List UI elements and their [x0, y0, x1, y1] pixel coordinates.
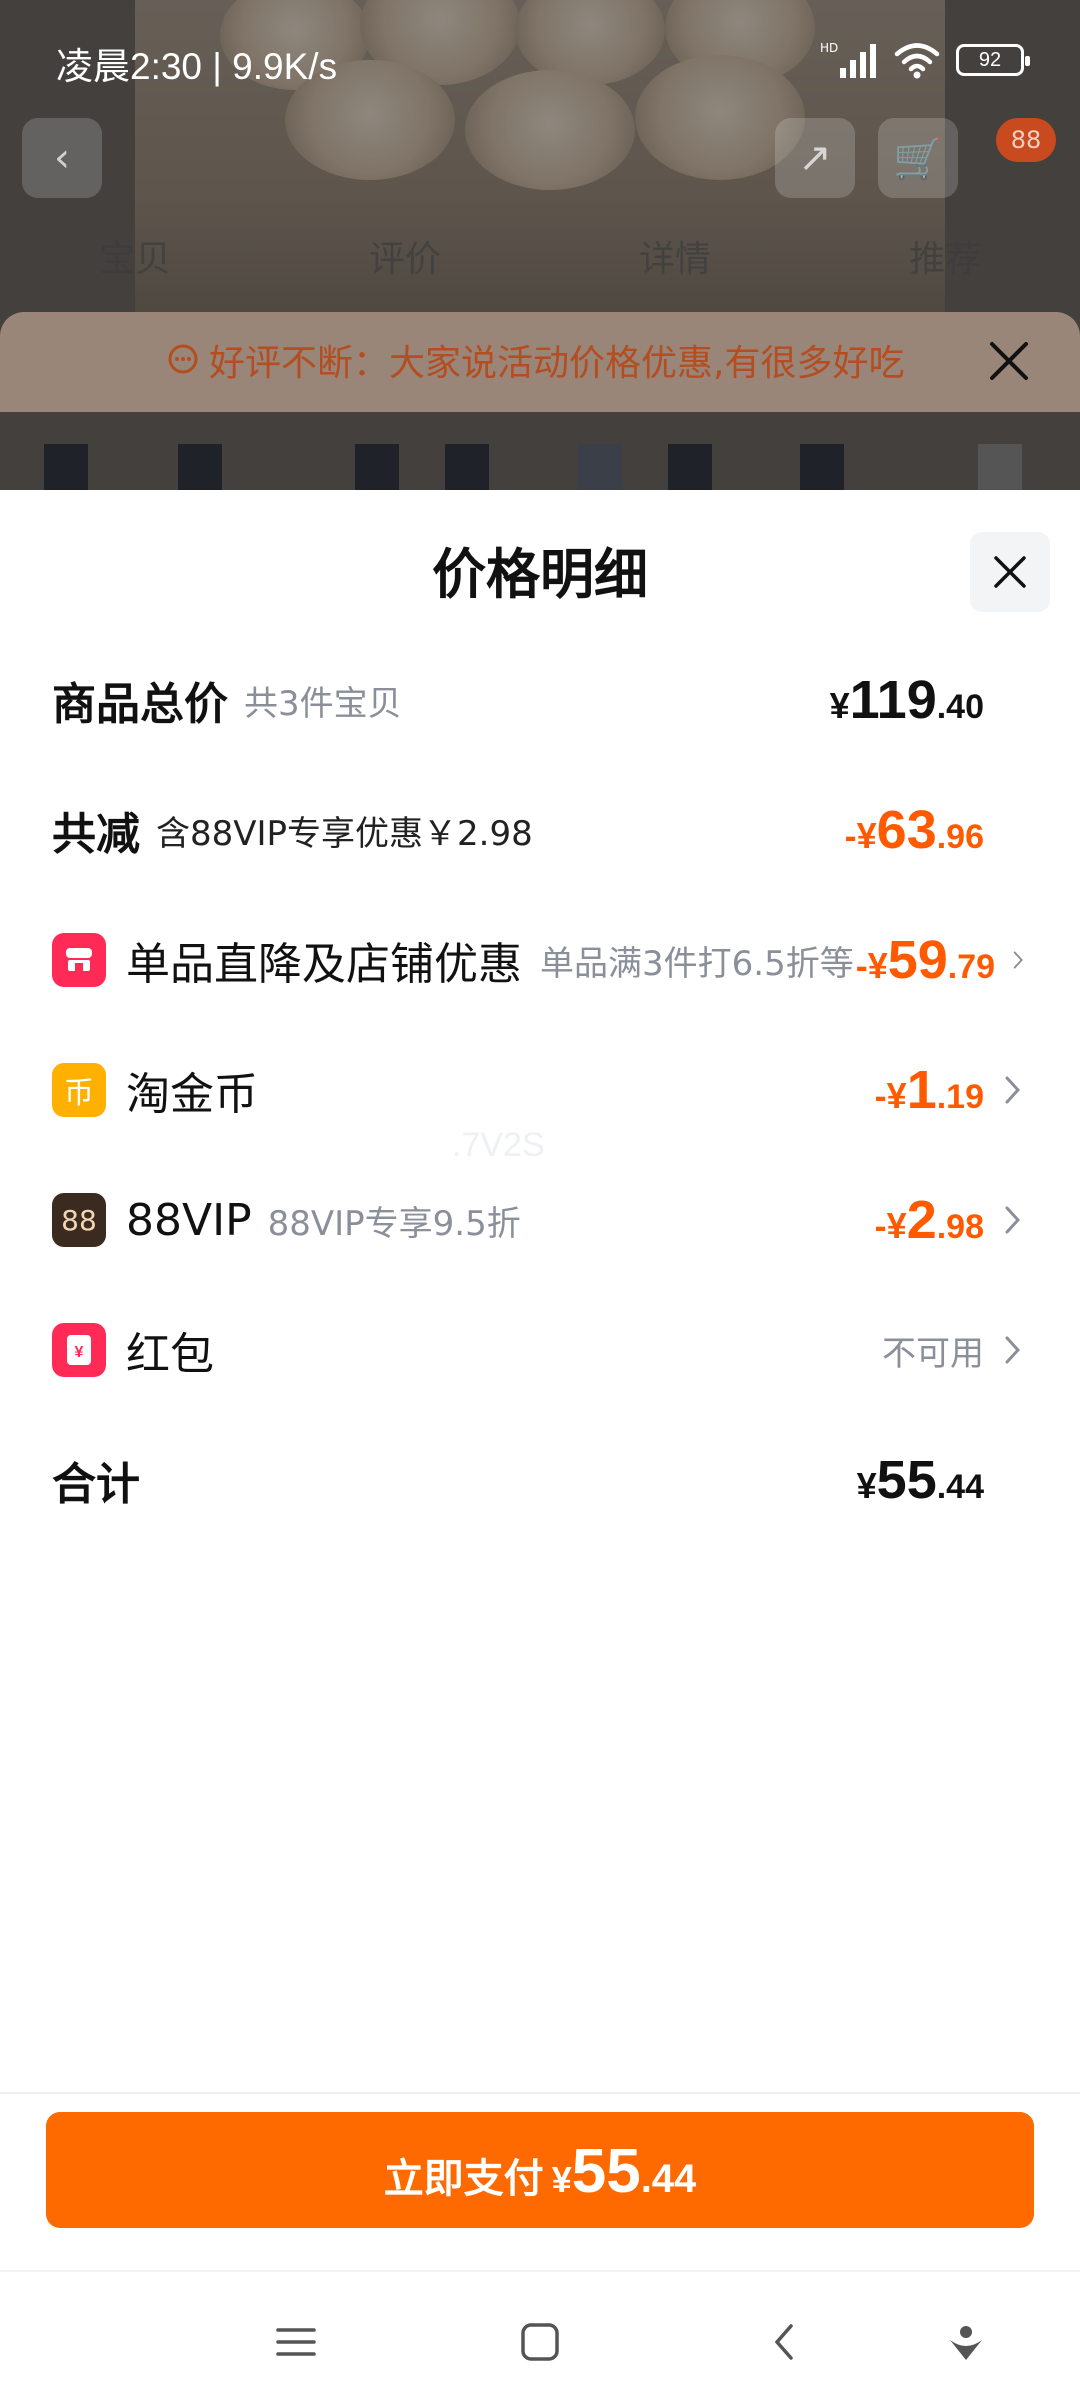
notice-close-icon[interactable]: [984, 336, 1034, 386]
vip-badge[interactable]: 88: [996, 118, 1056, 162]
chevron-right-icon: [1005, 1336, 1021, 1364]
row-label: 单品直降及店铺优惠: [126, 939, 522, 990]
chat-bubble-icon: [168, 344, 198, 374]
system-nav-bar: [0, 2270, 1080, 2400]
notice-text: 好评不断：大家说活动价格优惠,有很多好吃: [165, 334, 904, 386]
price-detail-sheet: 价格明细 商品总价 共3件宝贝 ¥119.40 共减 含88VIP专享优惠￥2.…: [0, 490, 1080, 2270]
row-label: 共减: [52, 809, 140, 860]
row-sub: 含88VIP专享优惠￥2.98: [156, 813, 533, 854]
home-button[interactable]: [510, 2312, 570, 2372]
row-label: 商品总价: [52, 679, 228, 730]
pay-amount-int: 55: [571, 2137, 641, 2206]
row-sub: 88VIP专享9.5折: [267, 1203, 521, 1244]
row-taojinbi[interactable]: 币 淘金币 -¥ 1.19: [52, 1045, 1028, 1135]
vip-amount: -¥ 2.98: [874, 1190, 984, 1250]
row-grand-total: 合计 ¥55.44: [52, 1435, 1028, 1525]
row-label: 合计: [52, 1459, 140, 1510]
pay-amount-dec: .44: [640, 2157, 697, 2201]
row-total-discount: 共减 含88VIP专享优惠￥2.98 -¥ 63.96: [52, 785, 1028, 875]
status-icons: HD 92: [820, 40, 1030, 80]
taojinbi-amount: -¥ 1.19: [874, 1060, 984, 1120]
row-sub: 共3件宝贝: [244, 683, 402, 724]
share-button[interactable]: ↗: [775, 118, 855, 198]
back-nav-button[interactable]: [754, 2312, 814, 2372]
svg-text:HD: HD: [820, 41, 838, 55]
total-price-amount: ¥119.40: [829, 670, 984, 730]
pay-now-button[interactable]: 立即支付 ¥ 55 .44: [46, 2112, 1034, 2228]
vip-88-icon: 88: [52, 1193, 106, 1247]
status-bar: 凌晨2:30 | 9.9K/s HD 92: [0, 0, 1080, 96]
red-packet-status: 不可用: [882, 1333, 984, 1374]
spec-thumbnail-strip: [0, 430, 1080, 500]
status-time: 凌晨2:30 | 9.9K/s: [56, 46, 338, 87]
row-total-price: 商品总价 共3件宝贝 ¥119.40: [52, 655, 1028, 745]
grand-total-amount: ¥55.44: [856, 1450, 984, 1510]
wifi-icon: [894, 43, 940, 79]
tab-reviews[interactable]: 评价: [369, 230, 441, 290]
cart-icon: 🛒: [893, 135, 943, 182]
sheet-close-button[interactable]: [970, 532, 1050, 612]
row-label: 淘金币: [126, 1069, 258, 1120]
shop-discount-amount: -¥ 59.79: [855, 930, 996, 990]
divider: [0, 2092, 1080, 2094]
product-top-nav: ‹ ↗ 🛒 88: [0, 110, 1080, 210]
product-tabs: 宝贝 评价 详情 推荐: [0, 230, 1080, 290]
row-label: 88VIP: [126, 1194, 252, 1246]
tab-details[interactable]: 详情: [639, 230, 711, 290]
svg-text:¥: ¥: [75, 1344, 84, 1361]
sheet-title: 价格明细: [432, 543, 648, 606]
assistant-button[interactable]: [936, 2312, 996, 2372]
coin-icon: 币: [52, 1063, 106, 1117]
close-icon: [994, 556, 1026, 588]
battery-indicator: 92: [956, 44, 1030, 76]
cart-button[interactable]: 🛒: [878, 118, 958, 198]
menu-icon: [276, 2328, 316, 2356]
row-88vip[interactable]: 88 88VIP 88VIP专享9.5折 -¥ 2.98: [52, 1175, 1028, 1265]
share-icon: ↗: [798, 135, 832, 181]
review-notice-bar: 好评不断：大家说活动价格优惠,有很多好吃: [0, 312, 1080, 412]
signal-icon: HD: [820, 41, 876, 78]
chevron-right-icon: [1005, 1206, 1021, 1234]
assistant-icon: [950, 2326, 982, 2360]
row-red-packet[interactable]: ¥ 红包 不可用: [52, 1305, 1028, 1395]
chevron-left-icon: ‹: [54, 135, 70, 181]
pay-currency: ¥: [551, 2159, 572, 2200]
recents-button[interactable]: [266, 2312, 326, 2372]
row-label: 红包: [126, 1329, 214, 1380]
chevron-left-icon: [774, 2324, 793, 2360]
pay-label: 立即支付: [383, 2156, 544, 2202]
chevron-right-icon: [1013, 951, 1023, 969]
watermark: .7V2S: [452, 1126, 545, 1164]
tab-baobei[interactable]: 宝贝: [99, 230, 171, 290]
tab-recommend[interactable]: 推荐: [909, 230, 981, 290]
chevron-right-icon: [1005, 1076, 1021, 1104]
row-shop-discount[interactable]: 单品直降及店铺优惠 单品满3件打6.5折等 -¥ 59.79: [52, 915, 1028, 1005]
row-sub: 单品满3件打6.5折等: [540, 943, 854, 984]
home-square-icon: [521, 2323, 559, 2361]
total-discount-amount: -¥ 63.96: [844, 800, 984, 860]
shop-icon: [52, 933, 106, 987]
red-packet-icon: ¥: [52, 1323, 106, 1377]
back-button[interactable]: ‹: [22, 118, 102, 198]
